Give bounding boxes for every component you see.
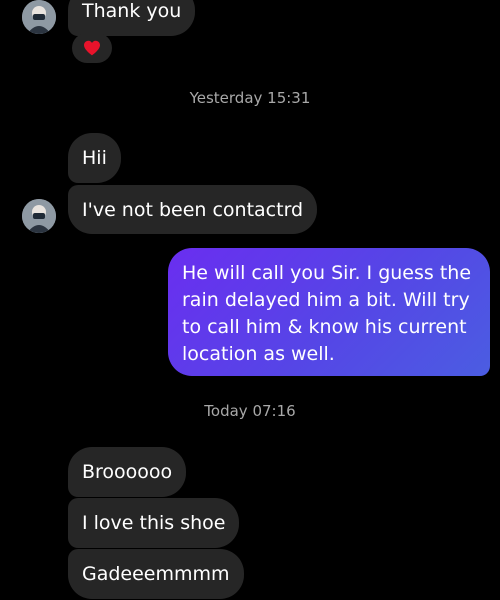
timestamp-divider: Today 07:16 bbox=[204, 402, 296, 420]
contact-avatar[interactable] bbox=[22, 199, 56, 233]
message-text: Brooooo​o bbox=[82, 461, 173, 483]
message-bubble-received[interactable]: Gadeeemmmm bbox=[68, 549, 244, 599]
message-bubble-received[interactable]: Brooooo​o bbox=[68, 447, 187, 497]
message-text: I've not been contactrd bbox=[82, 198, 304, 221]
message-bubble-received[interactable]: Hii bbox=[68, 133, 121, 183]
contact-avatar[interactable] bbox=[22, 0, 56, 34]
avatar-icon bbox=[22, 199, 56, 233]
message-text: He will call you Sir. I guess the rain d… bbox=[182, 262, 472, 365]
message-bubble-received[interactable]: I've not been contactrd bbox=[68, 185, 318, 234]
message-text: Hii bbox=[82, 147, 107, 169]
message-text: I love this shoe bbox=[82, 512, 226, 534]
timestamp-divider: Yesterday 15:31 bbox=[189, 89, 311, 107]
reaction-badge[interactable] bbox=[72, 33, 112, 63]
message-bubble-received[interactable]: Thank you bbox=[68, 0, 196, 36]
message-text: Thank you bbox=[82, 0, 182, 22]
avatar-icon bbox=[22, 0, 56, 34]
message-bubble-sent[interactable]: He will call you Sir. I guess the rain d… bbox=[168, 248, 490, 376]
heart-icon bbox=[84, 40, 100, 56]
message-text: Gadeeemmmm bbox=[82, 563, 230, 585]
message-bubble-received[interactable]: I love this shoe bbox=[68, 498, 240, 548]
